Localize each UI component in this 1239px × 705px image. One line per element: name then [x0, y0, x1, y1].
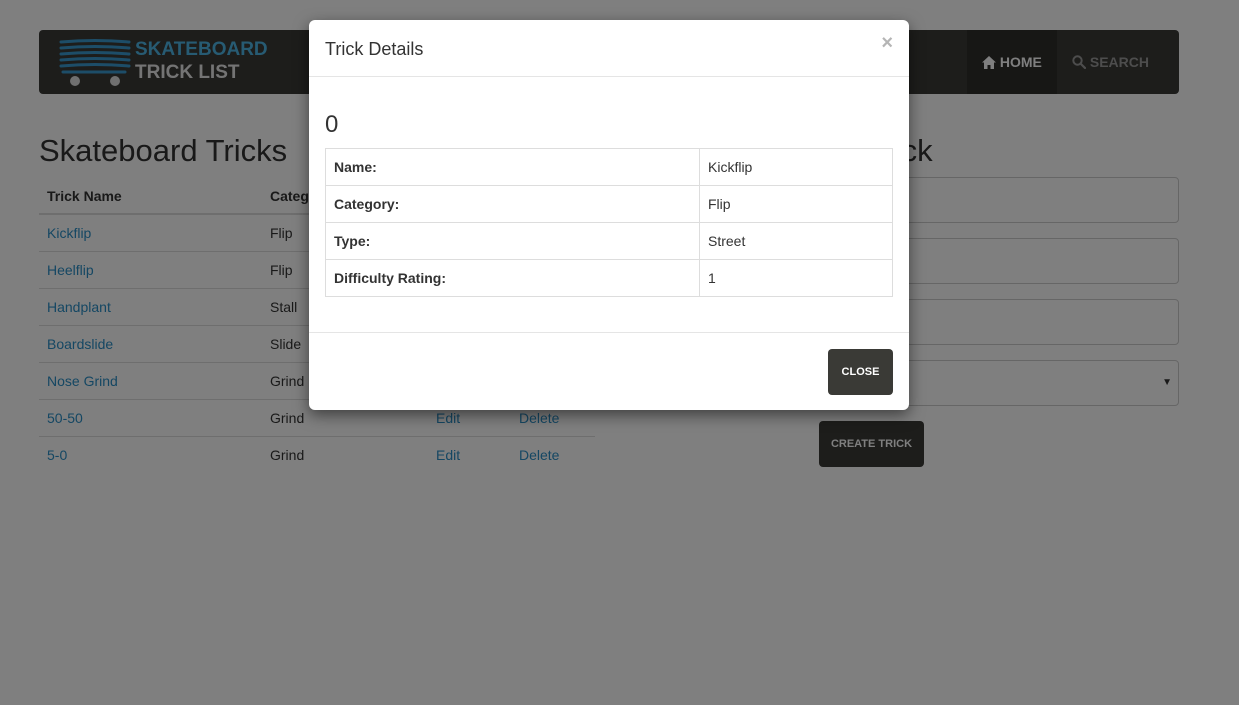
modal-title: Trick Details [325, 39, 424, 59]
table-row: Type: Street [325, 222, 893, 260]
detail-value: Flip [699, 185, 893, 223]
detail-label: Category: [325, 185, 700, 223]
detail-value: Kickflip [699, 148, 893, 186]
modal-footer: CLOSE [309, 332, 909, 410]
trick-details-modal: Trick Details × 0 Name: Kickflip Categor… [309, 20, 909, 410]
trick-id: 0 [325, 111, 339, 138]
close-icon[interactable]: × [881, 33, 893, 53]
detail-value: Street [699, 222, 893, 260]
detail-value: 1 [699, 259, 893, 297]
trick-details-table: Name: Kickflip Category: Flip Type: Stre… [325, 148, 893, 297]
table-row: Name: Kickflip [325, 148, 893, 186]
modal-header: Trick Details × [309, 20, 909, 77]
detail-label: Name: [325, 148, 700, 186]
close-button[interactable]: CLOSE [828, 349, 893, 395]
detail-label: Type: [325, 222, 700, 260]
table-row: Category: Flip [325, 185, 893, 223]
table-row: Difficulty Rating: 1 [325, 259, 893, 297]
detail-label: Difficulty Rating: [325, 259, 700, 297]
